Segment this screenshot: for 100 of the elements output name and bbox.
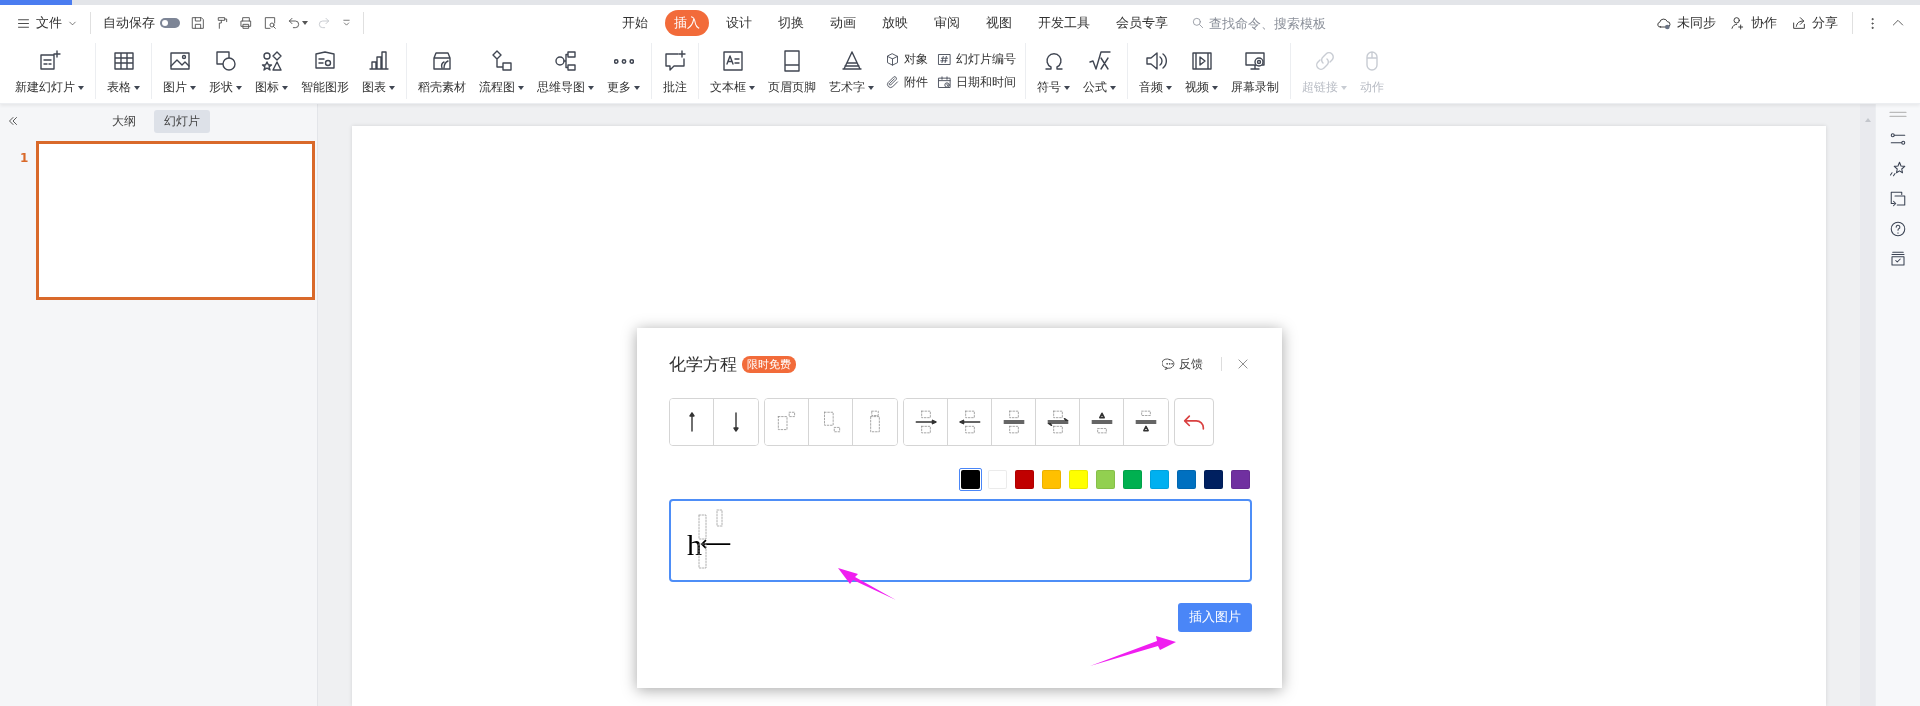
template-button[interactable]: [670, 399, 714, 445]
symbols-icon: [259, 49, 284, 73]
save-icon: [190, 15, 206, 31]
archive-icon: [1889, 250, 1907, 268]
ribbon-tab[interactable]: 视图: [977, 10, 1021, 36]
drag-handle-icon: [1888, 110, 1908, 118]
ribbon-button[interactable]: 新建幻灯片: [13, 43, 86, 99]
ribbon-tab[interactable]: 动画: [821, 10, 865, 36]
ribbon-button[interactable]: 表格: [105, 43, 142, 99]
caret-icon: [1341, 85, 1347, 90]
toolbar-button[interactable]: 分享: [1785, 10, 1844, 36]
caret-icon: [190, 85, 196, 90]
caret-icon: [588, 85, 594, 90]
ribbon-button[interactable]: 图表: [360, 43, 397, 99]
ribbon-button[interactable]: 日期和时间: [937, 74, 1016, 91]
ribbon-button[interactable]: 图片: [161, 43, 198, 99]
collapse-left-icon: [6, 114, 20, 128]
ribbon-button[interactable]: 屏幕录制: [1229, 43, 1281, 99]
ribbon-button[interactable]: 智能图形: [299, 43, 351, 99]
dialog-title: 化学方程: [669, 352, 737, 376]
hash-icon: [937, 52, 952, 67]
ribbon-button[interactable]: 公式: [1081, 43, 1118, 99]
arrow-symbol: ⟵: [700, 531, 732, 556]
close-icon: [1236, 357, 1250, 371]
store-icon: [430, 49, 454, 73]
caret-icon: [1110, 85, 1116, 90]
ribbon-tab[interactable]: 切换: [769, 10, 813, 36]
cube-icon: [885, 52, 900, 67]
help-icon: [1889, 220, 1907, 238]
formula-text: h: [687, 527, 702, 562]
print-icon: [238, 15, 254, 31]
ribbon-tab[interactable]: 设计: [717, 10, 761, 36]
ribbon-button[interactable]: 视频: [1183, 43, 1220, 99]
mind-map-icon: [553, 49, 578, 73]
ribbon-button[interactable]: 文本框: [708, 43, 757, 99]
caret-icon: [78, 85, 84, 90]
calendar-icon: [937, 75, 952, 90]
ribbon-button[interactable]: 批注: [661, 43, 689, 99]
video-icon: [1189, 49, 1214, 73]
search-field[interactable]: 查找命令、搜索模板: [1191, 15, 1327, 31]
slide-thumbnail[interactable]: [36, 141, 316, 300]
screen-switch-icon: [1889, 190, 1907, 208]
search-icon: [1191, 16, 1205, 30]
ribbon-tab[interactable]: 放映: [873, 10, 917, 36]
print-preview-icon: [262, 15, 278, 31]
undo-button[interactable]: [1174, 398, 1214, 446]
toggle-switch[interactable]: [160, 18, 180, 28]
caret-icon: [389, 85, 395, 90]
caret-icon: [1064, 85, 1070, 90]
chat-icon: [1162, 356, 1177, 372]
ribbon-tab[interactable]: 审阅: [925, 10, 969, 36]
paperclip-icon: [885, 75, 900, 90]
scroll-up-icon: [1864, 118, 1871, 122]
sliders-icon: [1889, 130, 1907, 148]
toolbar-button[interactable]: 协作: [1724, 10, 1783, 36]
ribbon-button[interactable]: 稻壳素材: [416, 43, 468, 99]
ribbon-button[interactable]: 幻灯片编号: [937, 51, 1016, 68]
bar-chart-icon: [366, 49, 391, 73]
ribbon-button[interactable]: 艺术字: [827, 43, 876, 99]
ribbon-button[interactable]: 更多: [605, 43, 642, 99]
ribbon-button[interactable]: 符号: [1035, 43, 1072, 99]
wordart-icon: [839, 49, 864, 73]
caret-icon: [634, 85, 640, 90]
text-box-icon: [720, 49, 745, 73]
scrollbar[interactable]: [1860, 104, 1875, 706]
ribbon-button[interactable]: 流程图: [477, 43, 526, 99]
toolbar-button[interactable]: 未同步: [1650, 10, 1722, 36]
panel-tab[interactable]: 幻灯片: [154, 109, 210, 133]
panel-tab[interactable]: 大纲: [102, 109, 146, 133]
cloud-icon: [1656, 15, 1672, 31]
caret-icon: [1212, 85, 1218, 90]
new-slide-icon: [37, 49, 62, 73]
ribbon-button[interactable]: 附件: [885, 74, 928, 91]
template-button[interactable]: [904, 399, 948, 445]
monitor-icon: [1243, 49, 1267, 73]
promo-badge: 限时免费: [742, 355, 796, 373]
formula-editor[interactable]: h⟵: [669, 499, 1252, 582]
share-icon: [1791, 15, 1807, 31]
file-menu[interactable]: 文件: [10, 10, 84, 36]
comment-icon: [663, 49, 687, 73]
ribbon-button[interactable]: 思维导图: [535, 43, 596, 99]
caret-icon: [1166, 85, 1172, 90]
ribbon-button[interactable]: 图标: [253, 43, 290, 99]
caret-icon: [868, 85, 874, 90]
ribbon-tab[interactable]: 开发工具: [1029, 10, 1099, 36]
down-arrow-icon: [733, 410, 739, 434]
ribbon-button[interactable]: 形状: [207, 43, 244, 99]
caret-icon: [134, 85, 140, 90]
shapes-icon: [213, 49, 238, 73]
autosave-toggle[interactable]: 自动保存: [97, 10, 186, 36]
feedback-link[interactable]: 反馈: [1156, 354, 1209, 374]
ribbon-button[interactable]: 音频: [1137, 43, 1174, 99]
table-icon: [111, 49, 136, 73]
caret-icon: [302, 21, 308, 25]
ribbon-button[interactable]: 页眉页脚: [766, 43, 818, 99]
caret-icon: [518, 85, 524, 90]
redo-icon: [316, 15, 332, 31]
ribbon-tab[interactable]: 开始: [613, 10, 657, 36]
ribbon-button[interactable]: 对象: [885, 51, 928, 68]
ribbon-tab[interactable]: 会员专享: [1107, 10, 1177, 36]
